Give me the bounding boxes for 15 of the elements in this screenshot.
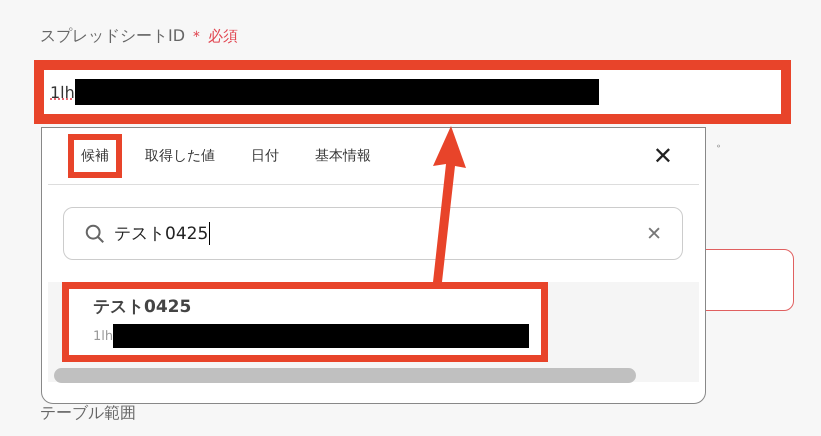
tab[interactable]: 日付 (238, 134, 292, 178)
field-label: テーブル範囲 (40, 403, 136, 424)
scrollbar[interactable] (54, 368, 636, 383)
close-button[interactable]: ✕ (646, 141, 679, 171)
spreadsheet-id-field[interactable]: 1lh (34, 60, 791, 124)
result-item[interactable]: テスト0425 1lh (62, 282, 548, 362)
required-mark: ＊ (189, 26, 204, 46)
required-label: 必須 (208, 26, 238, 46)
search-icon (84, 222, 106, 244)
tab[interactable]: 取得した値 (132, 134, 228, 178)
hint-text: 。 (716, 134, 728, 151)
tab[interactable]: 候補 (68, 134, 122, 178)
tab[interactable]: 基本情報 (302, 134, 384, 178)
clear-button[interactable]: ✕ (640, 222, 668, 246)
field-label: スプレッドシートID (40, 26, 186, 46)
